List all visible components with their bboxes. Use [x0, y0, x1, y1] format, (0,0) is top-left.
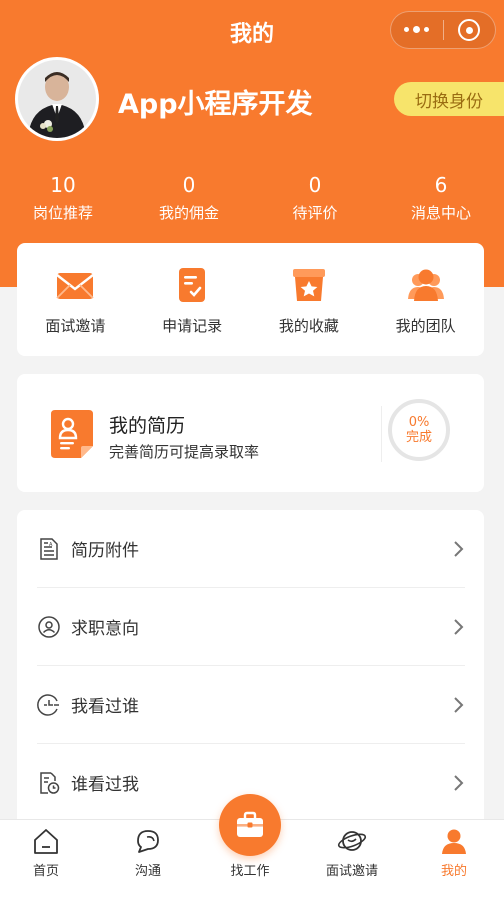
user-icon — [442, 829, 466, 854]
quick-item-label: 面试邀请 — [45, 317, 106, 335]
menu-item-i-viewed[interactable]: 我看过谁 — [37, 666, 465, 744]
close-target-icon — [458, 19, 481, 41]
menu-item-label: 简历附件 — [71, 541, 139, 561]
quick-item-interview[interactable]: 面试邀请 — [17, 243, 134, 356]
stat-label: 消息中心 — [410, 204, 471, 222]
tab-mine[interactable]: 我的 — [404, 820, 504, 879]
resume-progress-ring: 0% 完成 — [388, 399, 450, 461]
interview-planet-icon — [337, 831, 367, 851]
switch-identity-button[interactable]: 切换身份 — [394, 82, 504, 116]
tab-label: 沟通 — [134, 864, 161, 879]
menu-list: A 简历附件 求职意向 我看过谁 谁看过我 — [17, 510, 484, 840]
resume-divider — [381, 406, 382, 462]
resume-doc-icon — [51, 410, 93, 458]
menu-item-label: 求职意向 — [71, 619, 139, 639]
chat-bubble-icon — [137, 830, 159, 853]
chevron-right-icon — [454, 540, 464, 557]
envelope-icon — [56, 273, 95, 299]
job-intent-icon — [38, 615, 60, 638]
stat-value: 0 — [308, 173, 322, 197]
quick-item-label: 我的收藏 — [278, 317, 339, 335]
tab-label: 首页 — [32, 864, 59, 879]
visitors-icon — [40, 771, 60, 794]
tab-interview[interactable]: 面试邀请 — [302, 820, 402, 879]
tab-home[interactable]: 首页 — [0, 820, 96, 879]
stat-label: 待评价 — [292, 204, 338, 222]
more-dots-icon — [404, 26, 430, 33]
team-icon — [407, 269, 444, 301]
stats-bar: 10 岗位推荐 0 我的佣金 0 待评价 6 消息中心 — [0, 173, 504, 223]
avatar[interactable] — [15, 57, 99, 141]
quick-item-favorites[interactable]: 我的收藏 — [251, 243, 368, 356]
stat-value: 10 — [50, 173, 76, 197]
stat-label: 岗位推荐 — [32, 204, 93, 222]
resume-progress-status: 完成 — [405, 430, 432, 445]
resume-card[interactable]: 我的简历 完善简历可提高录取率 0% 完成 — [17, 374, 484, 492]
tab-chat[interactable]: 沟通 — [98, 820, 198, 879]
briefcase-icon — [237, 811, 263, 837]
tab-label: 我的 — [440, 864, 467, 879]
user-name: App小程序开发 — [118, 89, 313, 120]
find-job-fab-button[interactable] — [219, 794, 281, 856]
chevron-right-icon — [454, 696, 464, 713]
stat-value: 6 — [434, 173, 448, 197]
stat-label: 我的佣金 — [158, 204, 219, 222]
viewed-icon — [37, 693, 59, 716]
avatar-photo — [18, 60, 96, 138]
menu-item-resume-attachment[interactable]: A 简历附件 — [37, 510, 465, 588]
quick-item-label: 申请记录 — [162, 317, 223, 335]
resume-progress-percent: 0% — [408, 415, 430, 430]
stat-pending-review[interactable]: 0 待评价 — [252, 173, 378, 223]
tab-label: 面试邀请 — [325, 864, 378, 879]
quick-item-team[interactable]: 我的团队 — [367, 243, 484, 356]
resume-subtitle: 完善简历可提高录取率 — [109, 443, 260, 461]
miniprogram-capsule — [390, 11, 496, 49]
find-job-tab-label: 找工作 — [230, 864, 270, 879]
stat-value: 0 — [182, 173, 196, 197]
close-miniprogram-button[interactable] — [444, 12, 496, 48]
star-box-icon — [292, 269, 325, 301]
chevron-right-icon — [454, 618, 464, 635]
attachment-doc-icon: A — [40, 537, 58, 560]
stat-job-recommend[interactable]: 10 岗位推荐 — [0, 173, 126, 223]
svg-text:A: A — [49, 542, 53, 548]
chevron-right-icon — [454, 774, 464, 791]
quick-actions-card: 面试邀请 申请记录 我的收藏 我的团队 — [17, 243, 484, 356]
stat-commission[interactable]: 0 我的佣金 — [126, 173, 252, 223]
menu-item-label: 谁看过我 — [71, 775, 139, 795]
clipboard-icon — [179, 268, 206, 302]
stat-messages[interactable]: 6 消息中心 — [378, 173, 504, 223]
resume-title: 我的简历 — [109, 415, 186, 437]
menu-item-job-intent[interactable]: 求职意向 — [37, 588, 465, 666]
quick-item-label: 我的团队 — [395, 317, 456, 335]
home-icon — [34, 829, 58, 854]
menu-item-label: 我看过谁 — [71, 697, 139, 717]
quick-item-applications[interactable]: 申请记录 — [134, 243, 251, 356]
more-menu-button[interactable] — [391, 12, 443, 48]
